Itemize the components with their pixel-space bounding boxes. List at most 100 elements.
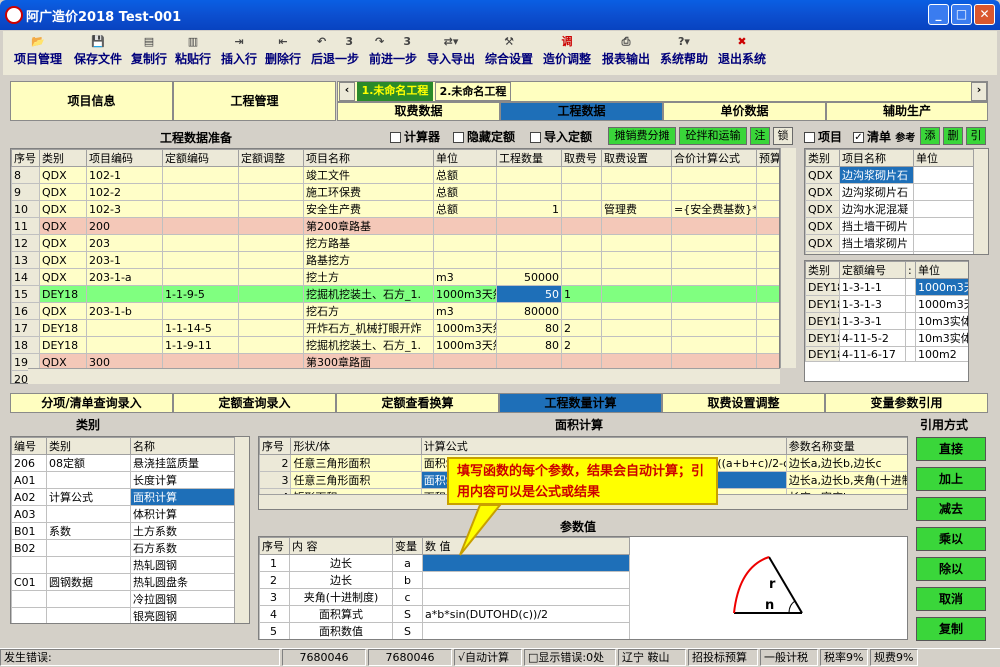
- table-cell[interactable]: [46, 471, 131, 489]
- list-item[interactable]: 热轧圆钢: [11, 556, 236, 574]
- table-cell[interactable]: [756, 200, 779, 218]
- table-cell[interactable]: QDX: [39, 268, 87, 286]
- table-cell[interactable]: 10: [11, 200, 40, 218]
- table-cell[interactable]: 竣工文件: [303, 166, 434, 184]
- column-header[interactable]: 名称: [130, 437, 236, 455]
- table-row[interactable]: 3 夹角(十进制度) c: [259, 588, 630, 606]
- table-row[interactable]: 18DEY18 1-1-9-11 挖掘机挖装土、石方_1.1000m3天然802: [11, 336, 779, 354]
- table-cell[interactable]: 1-3-1-3: [839, 295, 906, 313]
- add-ref-button[interactable]: 添: [920, 127, 940, 145]
- ref-mode-button-6[interactable]: 复制: [916, 617, 986, 641]
- column-header[interactable]: 定额编码: [162, 149, 239, 167]
- table-cell[interactable]: 102-3: [86, 200, 163, 218]
- list-checkbox[interactable]: ✓ 清单 参考: [853, 128, 915, 145]
- list-item[interactable]: DEY181-3-3-1 10m3实体: [805, 312, 968, 330]
- table-cell[interactable]: [11, 556, 47, 574]
- table-cell[interactable]: [756, 285, 779, 303]
- table-cell[interactable]: [422, 554, 630, 572]
- ref-mode-button-2[interactable]: 减去: [916, 497, 986, 521]
- table-cell[interactable]: [496, 234, 562, 252]
- table-cell[interactable]: 石方系数: [130, 539, 236, 557]
- tab-project-info[interactable]: 项目信息: [10, 81, 173, 121]
- column-header[interactable]: 类别: [805, 149, 840, 167]
- table-cell[interactable]: [756, 183, 779, 201]
- ref-mode-button-0[interactable]: 直接: [916, 437, 986, 461]
- table-cell[interactable]: [86, 285, 163, 303]
- table-cell[interactable]: 施工环保费: [303, 183, 434, 201]
- table-cell[interactable]: 边长a,边长b,夹角(十进制度),c: [785, 471, 907, 489]
- table-cell[interactable]: [162, 217, 239, 235]
- table-cell[interactable]: DEY18: [805, 312, 840, 330]
- column-header[interactable]: 项目编码: [86, 149, 163, 167]
- list-item[interactable]: QDX 边沟浆砌片石: [805, 166, 978, 184]
- table-cell[interactable]: QDX: [39, 302, 87, 320]
- list-item[interactable]: DEY181-3-1-3 1000m3天: [805, 295, 968, 313]
- ref-mode-button-5[interactable]: 取消: [916, 587, 986, 611]
- table-cell[interactable]: 1-3-3-1: [839, 312, 906, 330]
- column-header[interactable]: 类别: [46, 437, 131, 455]
- table-cell[interactable]: [238, 268, 304, 286]
- main-data-grid[interactable]: 序号 类别 项目编码 定额编码 定额调整 项目名称 单位 工程数量 取费号 取费设置 合价计算公式预…: [10, 148, 780, 384]
- table-cell[interactable]: 开炸石方_机械打眼开炸: [303, 319, 434, 337]
- table-cell[interactable]: [162, 183, 239, 201]
- table-cell[interactable]: [46, 607, 131, 623]
- reference-list-grid[interactable]: 类别 项目名称 单位 QDX 边沟浆砌片石 QDX 边沟浆砌片石 QDX 边沟水泥混凝 QDX 挡土…: [804, 148, 989, 255]
- table-cell[interactable]: 206: [11, 454, 47, 472]
- table-cell[interactable]: 102-1: [86, 166, 163, 184]
- table-cell[interactable]: [601, 319, 672, 337]
- table-cell[interactable]: 任意三角形面积: [290, 471, 422, 489]
- table-cell[interactable]: 1000m3天然: [433, 336, 497, 354]
- table-cell[interactable]: 任意三角形面积: [290, 454, 422, 472]
- list-item[interactable]: DEY184-11-6-17 100m2: [805, 346, 968, 362]
- list-item[interactable]: DEY184-11-5-2 10m3实体: [805, 329, 968, 347]
- tab-4[interactable]: 取费设置调整: [662, 393, 825, 413]
- list-item[interactable]: B02 石方系数: [11, 539, 236, 557]
- table-cell[interactable]: 11: [11, 217, 40, 235]
- table-cell[interactable]: 8: [11, 166, 40, 184]
- tab-unit-price-data[interactable]: 单价数据: [663, 102, 826, 121]
- tab-scroll-left-button[interactable]: ‹: [339, 82, 355, 101]
- table-cell[interactable]: A01: [11, 471, 47, 489]
- table-cell[interactable]: 冷拉圆钢: [130, 590, 236, 608]
- delete-row-button[interactable]: ⇤ 删除行: [263, 33, 303, 73]
- table-cell[interactable]: 计算公式: [46, 488, 131, 506]
- table-cell[interactable]: [671, 183, 757, 201]
- table-cell[interactable]: 80000: [496, 302, 562, 320]
- table-cell[interactable]: QDX: [805, 183, 840, 201]
- project-checkbox[interactable]: 项目: [804, 128, 842, 145]
- maximize-button[interactable]: □: [951, 4, 972, 25]
- paste-row-button[interactable]: ▥ 粘贴行: [173, 33, 213, 73]
- table-row[interactable]: 15DEY18 1-1-9-5 挖掘机挖装土、石方_1.1000m3天然501: [11, 285, 779, 303]
- table-row[interactable]: 16 QDX 203-1-b 挖石方 m3 80000: [11, 302, 779, 320]
- table-cell[interactable]: 挖掘机挖装土、石方_1.: [303, 285, 434, 303]
- table-cell[interactable]: 203-1-a: [86, 268, 163, 286]
- table-cell[interactable]: 长度计算: [130, 471, 236, 489]
- table-cell[interactable]: 16: [11, 302, 40, 320]
- column-header[interactable]: 定额编号: [839, 261, 906, 279]
- table-cell[interactable]: m3: [433, 302, 497, 320]
- main-grid-vscrollbar[interactable]: [780, 148, 796, 368]
- table-cell[interactable]: [238, 217, 304, 235]
- table-cell[interactable]: [433, 251, 497, 269]
- table-cell[interactable]: [11, 590, 47, 608]
- table-row[interactable]: 5 面积数值 S: [259, 622, 630, 639]
- list-item[interactable]: QDX 边沟水泥混凝: [805, 200, 978, 218]
- table-cell[interactable]: [671, 268, 757, 286]
- lock-button[interactable]: 锁: [773, 127, 793, 145]
- file-tab-1[interactable]: 1.未命名工程: [357, 82, 433, 101]
- column-header[interactable]: 单位: [915, 261, 968, 279]
- table-cell[interactable]: [756, 217, 779, 235]
- tab-fee-data[interactable]: 取费数据: [337, 102, 500, 121]
- column-header[interactable]: 参数名称变量: [785, 437, 907, 455]
- table-cell[interactable]: [162, 166, 239, 184]
- table-cell[interactable]: [86, 319, 163, 337]
- table-row[interactable]: 4 面积算式 Sa*b*sin(DUTOHD(c))/2: [259, 605, 630, 623]
- table-cell[interactable]: 2: [561, 336, 602, 354]
- table-cell[interactable]: 总额: [433, 166, 497, 184]
- table-cell[interactable]: [905, 295, 916, 313]
- list-item[interactable]: 206 08定额 悬浇挂篮质量: [11, 454, 236, 472]
- import-export-button[interactable]: ⇄▾ 导入导出: [424, 33, 478, 73]
- table-cell[interactable]: QDX: [805, 166, 840, 184]
- table-cell[interactable]: DEY18: [805, 278, 840, 296]
- table-cell[interactable]: [238, 285, 304, 303]
